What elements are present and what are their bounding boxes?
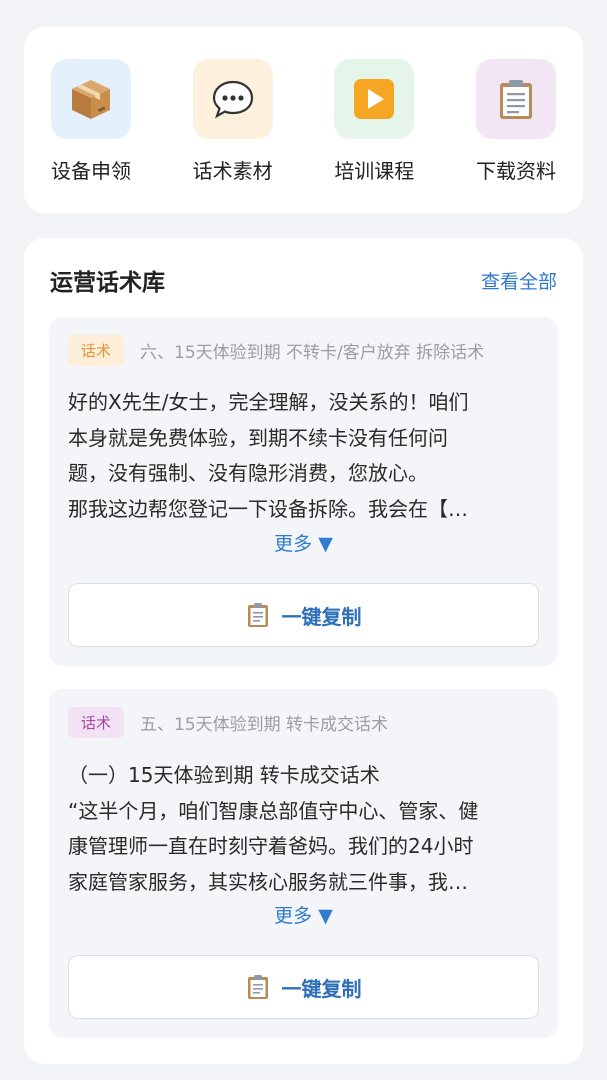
copy-button[interactable]: 一键复制 [68,955,539,1019]
script-body: 好的X先生/女士，完全理解，没关系的！咱们 本身就是免费体验，到期不续卡没有任何… [68,390,469,521]
script-item: 话术 六、15天体验到期 不转卡/客户放弃 拆除话术 好的X先生/女士，完全理解… [49,317,558,666]
library-title: 运营话术库 [50,270,165,296]
clipboard-icon [475,59,556,139]
expand-more-toggle[interactable]: 更多 ▼ [49,901,558,928]
copy-button-label: 一键复制 [281,604,362,629]
view-all-link[interactable]: 查看全部 [481,267,557,294]
copy-button[interactable]: 一键复制 [68,583,539,647]
quick-action-label: 话术素材 [192,159,273,183]
play-button-icon [334,59,415,139]
library-header: 运营话术库 查看全部 [50,264,557,296]
quick-action-label: 下载资料 [475,159,556,183]
script-tag: 话术 [68,335,125,366]
quick-actions-card: 设备申领 话术素材 培训课程 下载资料 [24,27,583,213]
quick-action-device-apply[interactable]: 设备申领 [49,59,133,184]
script-library-card: 运营话术库 查看全部 话术 六、15天体验到期 不转卡/客户放弃 拆除话术 好的… [24,238,583,1064]
script-title: 五、15天体验到期 转卡成交话术 [140,715,389,735]
clipboard-icon [247,603,268,627]
package-icon [51,59,131,139]
script-item: 话术 五、15天体验到期 转卡成交话术 （一）15天体验到期 转卡成交话术 “这… [49,689,558,1038]
copy-button-label: 一键复制 [281,976,362,1001]
quick-action-scripts[interactable]: 话术素材 [191,59,275,184]
expand-more-toggle[interactable]: 更多 ▼ [49,529,558,556]
quick-action-downloads[interactable]: 下载资料 [474,59,558,184]
quick-actions-row: 设备申领 话术素材 培训课程 下载资料 [24,27,583,184]
speech-bubble-icon [192,59,273,139]
clipboard-icon [247,975,268,999]
script-title: 六、15天体验到期 不转卡/客户放弃 拆除话术 [140,343,485,363]
quick-action-training[interactable]: 培训课程 [332,59,416,184]
script-tag: 话术 [68,707,125,738]
quick-action-label: 设备申领 [51,159,131,183]
script-body: （一）15天体验到期 转卡成交话术 “这半个月，咱们智康总部值守中心、管家、健 … [68,763,479,894]
script-header: 话术 六、15天体验到期 不转卡/客户放弃 拆除话术 [68,335,484,366]
quick-action-label: 培训课程 [334,159,415,183]
script-header: 话术 五、15天体验到期 转卡成交话术 [68,707,388,738]
